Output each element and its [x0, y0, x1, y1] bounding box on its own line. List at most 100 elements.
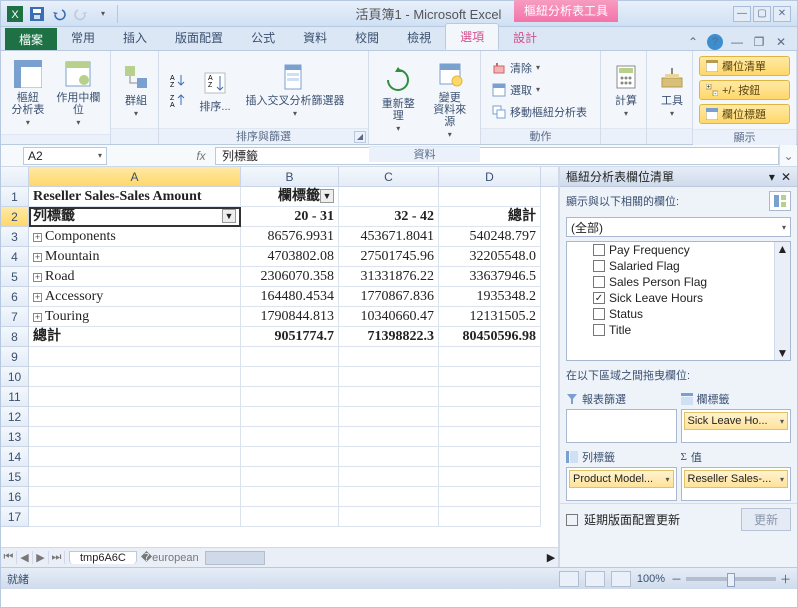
cell[interactable] — [439, 347, 541, 367]
cell[interactable] — [439, 487, 541, 507]
sheet-nav-first[interactable]: ⏮ — [1, 551, 17, 564]
field-checkbox[interactable] — [593, 276, 605, 288]
cell[interactable] — [339, 347, 439, 367]
cell[interactable]: 453671.8041 — [339, 227, 439, 247]
cell[interactable] — [339, 367, 439, 387]
insert-slicer-button[interactable]: 插入交叉分析篩選器▾ — [239, 58, 351, 121]
cell[interactable] — [29, 447, 241, 467]
cell[interactable] — [439, 507, 541, 527]
row-header[interactable]: 17 — [1, 507, 29, 527]
cell[interactable] — [241, 487, 339, 507]
sheet-tab[interactable]: tmp6A6C — [69, 551, 137, 564]
cell[interactable] — [439, 367, 541, 387]
row-header[interactable]: 9 — [1, 347, 29, 367]
cell[interactable] — [339, 487, 439, 507]
expand-icon[interactable]: + — [33, 293, 42, 302]
row-header[interactable]: 12 — [1, 407, 29, 427]
view-pagebreak-button[interactable] — [611, 571, 631, 587]
cell[interactable]: 1790844.813 — [241, 307, 339, 327]
cell[interactable]: 1935348.2 — [439, 287, 541, 307]
cell[interactable]: 540248.797 — [439, 227, 541, 247]
group-button[interactable]: 群組▾ — [117, 58, 155, 121]
row-header[interactable]: 4 — [1, 247, 29, 267]
sort-asc-button[interactable]: AZ — [165, 71, 191, 89]
cell[interactable] — [439, 187, 541, 207]
tab-review[interactable]: 校閱 — [341, 25, 393, 50]
field-checkbox[interactable] — [593, 308, 605, 320]
cell[interactable]: 32205548.0 — [439, 247, 541, 267]
cell[interactable] — [29, 407, 241, 427]
move-pivot-button[interactable]: 移動樞紐分析表 — [487, 102, 592, 122]
defer-checkbox[interactable] — [566, 514, 578, 526]
field-item[interactable]: ✓Sick Leave Hours — [567, 290, 790, 306]
tab-file[interactable]: 檔案 — [5, 28, 57, 50]
field-item[interactable]: Sales Person Flag — [567, 274, 790, 290]
area-report-filter[interactable]: 報表篩選 — [566, 389, 677, 443]
tab-layout[interactable]: 版面配置 — [161, 25, 237, 50]
zoom-slider[interactable] — [686, 577, 776, 581]
cell[interactable]: 1770867.836 — [339, 287, 439, 307]
plusminus-toggle[interactable]: +-+/- 按鈕 — [699, 80, 790, 100]
col-header-C[interactable]: C — [339, 167, 439, 186]
row-header[interactable]: 6 — [1, 287, 29, 307]
zoom-out-button[interactable]: － — [671, 571, 682, 587]
cell[interactable]: 20 - 31 — [241, 207, 339, 227]
field-item[interactable]: Salaried Flag — [567, 258, 790, 274]
maximize-button[interactable]: ▢ — [753, 6, 771, 22]
row-header[interactable]: 13 — [1, 427, 29, 447]
qat-customize[interactable]: ▾ — [93, 4, 113, 24]
filter-dropdown[interactable]: ▼ — [320, 189, 334, 203]
cell[interactable] — [241, 427, 339, 447]
field-checkbox[interactable]: ✓ — [593, 292, 605, 304]
refresh-button[interactable]: 重新整理▾ — [375, 61, 422, 136]
cell[interactable] — [439, 407, 541, 427]
tab-insert[interactable]: 插入 — [109, 25, 161, 50]
cell[interactable]: 80450596.98 — [439, 327, 541, 347]
save-button[interactable] — [27, 4, 47, 24]
cell[interactable]: 總計 — [29, 327, 241, 347]
cell[interactable]: +Road — [29, 267, 241, 287]
pane-dropdown[interactable]: ▾ — [769, 170, 775, 184]
cell[interactable]: 9051774.7 — [241, 327, 339, 347]
field-checkbox[interactable] — [593, 260, 605, 272]
cell[interactable]: 33637946.5 — [439, 267, 541, 287]
doc-restore-button[interactable]: ❐ — [751, 34, 767, 50]
cell[interactable] — [439, 467, 541, 487]
row-header[interactable]: 14 — [1, 447, 29, 467]
related-select[interactable]: (全部)▾ — [566, 217, 791, 237]
zoom-in-button[interactable]: ＋ — [780, 571, 791, 587]
field-item[interactable]: Title — [567, 322, 790, 338]
row-header[interactable]: 15 — [1, 467, 29, 487]
expand-icon[interactable]: + — [33, 313, 42, 322]
cell[interactable]: 10340660.47 — [339, 307, 439, 327]
row-header[interactable]: 16 — [1, 487, 29, 507]
cell[interactable]: 27501745.96 — [339, 247, 439, 267]
row-header[interactable]: 8 — [1, 327, 29, 347]
tab-data[interactable]: 資料 — [289, 25, 341, 50]
cell[interactable]: Reseller Sales-Sales Amount — [29, 187, 241, 207]
cell[interactable]: 164480.4534 — [241, 287, 339, 307]
cell[interactable] — [339, 407, 439, 427]
cell[interactable] — [339, 467, 439, 487]
fieldlist-toggle[interactable]: 欄位清單 — [699, 56, 790, 76]
cell[interactable]: 列標籤▼ — [29, 207, 241, 227]
cell[interactable] — [29, 387, 241, 407]
cell[interactable]: 欄標籤▼ — [241, 187, 339, 207]
doc-minimize-button[interactable]: — — [729, 34, 745, 50]
cell[interactable] — [241, 467, 339, 487]
sort-desc-button[interactable]: ZA — [165, 91, 191, 109]
col-area-item[interactable]: Sick Leave Ho...▾ — [684, 412, 789, 430]
cell[interactable] — [339, 507, 439, 527]
tab-options[interactable]: 選項 — [445, 23, 499, 50]
row-header[interactable]: 11 — [1, 387, 29, 407]
field-checkbox[interactable] — [593, 244, 605, 256]
cell[interactable]: +Mountain — [29, 247, 241, 267]
cell[interactable]: 2306070.358 — [241, 267, 339, 287]
cell[interactable]: 32 - 42 — [339, 207, 439, 227]
view-normal-button[interactable] — [559, 571, 579, 587]
pivottable-button[interactable]: 樞紐 分析表▾ — [7, 55, 49, 130]
cell[interactable]: +Accessory — [29, 287, 241, 307]
cell[interactable]: +Touring — [29, 307, 241, 327]
cell[interactable] — [241, 447, 339, 467]
change-source-button[interactable]: 變更 資料來源▾ — [426, 55, 474, 142]
